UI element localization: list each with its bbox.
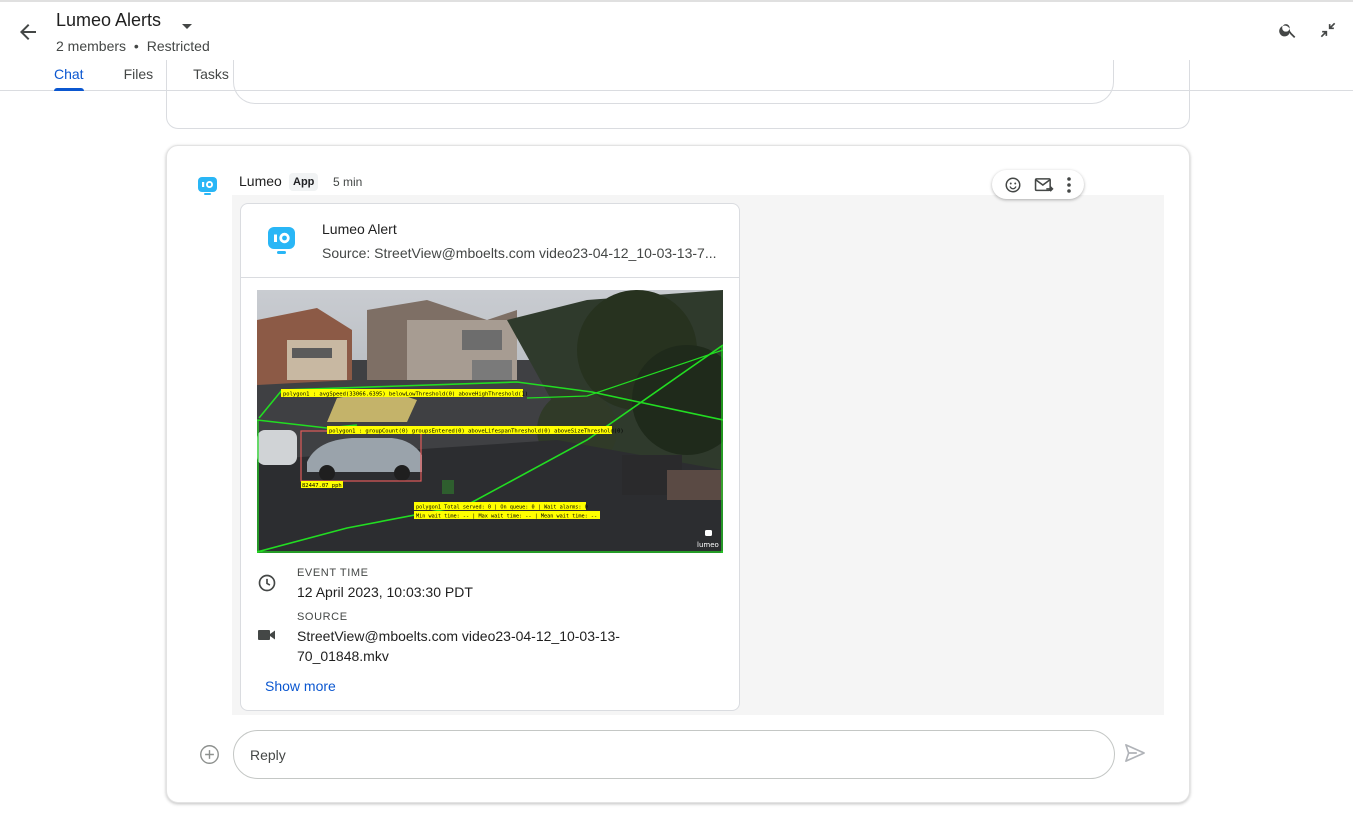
- space-subtitle: 2 members • Restricted: [56, 38, 210, 54]
- show-more-button[interactable]: Show more: [265, 678, 336, 694]
- source-value-line2: 70_01848.mkv: [297, 648, 389, 664]
- send-icon[interactable]: [1124, 743, 1146, 768]
- add-circle-icon[interactable]: [199, 744, 220, 770]
- sender-name[interactable]: Lumeo: [239, 173, 282, 189]
- overlay-label-pph: 82447.07 pph: [302, 483, 342, 489]
- clock-icon: [257, 573, 277, 598]
- more-vert-icon[interactable]: [1066, 176, 1072, 194]
- camera-snapshot-image: polygon1 : avgSpeed(33066.6395) belowLow…: [257, 290, 723, 553]
- access-status: Restricted: [146, 38, 210, 54]
- alert-card-header: Lumeo Alert Source: StreetView@mboelts.c…: [241, 204, 739, 278]
- message-time: 5 min: [333, 175, 363, 189]
- lumeo-watermark: lumeo: [697, 541, 719, 549]
- source-value: StreetView@mboelts.com video23-04-12_10-…: [297, 626, 717, 666]
- event-time-label: EVENT TIME: [297, 567, 369, 579]
- previous-thread-card: [166, 60, 1190, 129]
- search-icon[interactable]: [1278, 20, 1298, 45]
- message-actions: [992, 170, 1084, 199]
- overlay-label-queue: polygon1 Total served: 0 | On queue: 0 |…: [416, 505, 588, 511]
- members-count[interactable]: 2 members: [56, 38, 126, 54]
- alert-title: Lumeo Alert: [322, 221, 397, 237]
- overlay-label-group: polygon1 : groupCount(0) groupsEntered(0…: [329, 429, 624, 435]
- alert-card: Lumeo Alert Source: StreetView@mboelts.c…: [240, 203, 740, 711]
- reply-input[interactable]: Reply: [233, 730, 1115, 779]
- source-value-line1: StreetView@mboelts.com video23-04-12_10-…: [297, 628, 620, 644]
- overlay-label-speed: polygon1 : avgSpeed(33066.6395) belowLow…: [283, 392, 528, 398]
- arrow-back-icon[interactable]: [16, 20, 40, 44]
- thread-card: Lumeo App 5 min Lumeo Alert Source: Stre…: [166, 145, 1190, 803]
- reply-placeholder: Reply: [250, 747, 286, 763]
- previous-reply-input[interactable]: [233, 60, 1114, 104]
- tab-files[interactable]: Files: [124, 66, 154, 91]
- source-label: SOURCE: [297, 611, 348, 623]
- top-border: [0, 0, 1353, 2]
- alert-source-summary: Source: StreetView@mboelts.com video23-0…: [322, 245, 717, 261]
- tab-chat[interactable]: Chat: [54, 66, 84, 91]
- space-title[interactable]: Lumeo Alerts: [56, 10, 161, 31]
- collapse-icon[interactable]: [1318, 20, 1338, 45]
- forward-to-inbox-icon[interactable]: [1034, 176, 1054, 194]
- camera-snapshot[interactable]: polygon1 : avgSpeed(33066.6395) belowLow…: [257, 290, 723, 553]
- videocam-icon: [258, 628, 276, 647]
- lumeo-avatar-icon[interactable]: [197, 175, 219, 197]
- subtitle-separator: •: [133, 38, 139, 54]
- event-time-value: 12 April 2023, 10:03:30 PDT: [297, 584, 473, 600]
- caret-down-icon[interactable]: [181, 18, 193, 36]
- lumeo-logo-icon: [267, 225, 297, 262]
- overlay-label-wait: Min wait time: -- | Max wait time: -- | …: [416, 514, 597, 520]
- app-badge: App: [289, 173, 319, 191]
- emoji-icon[interactable]: [1004, 176, 1022, 194]
